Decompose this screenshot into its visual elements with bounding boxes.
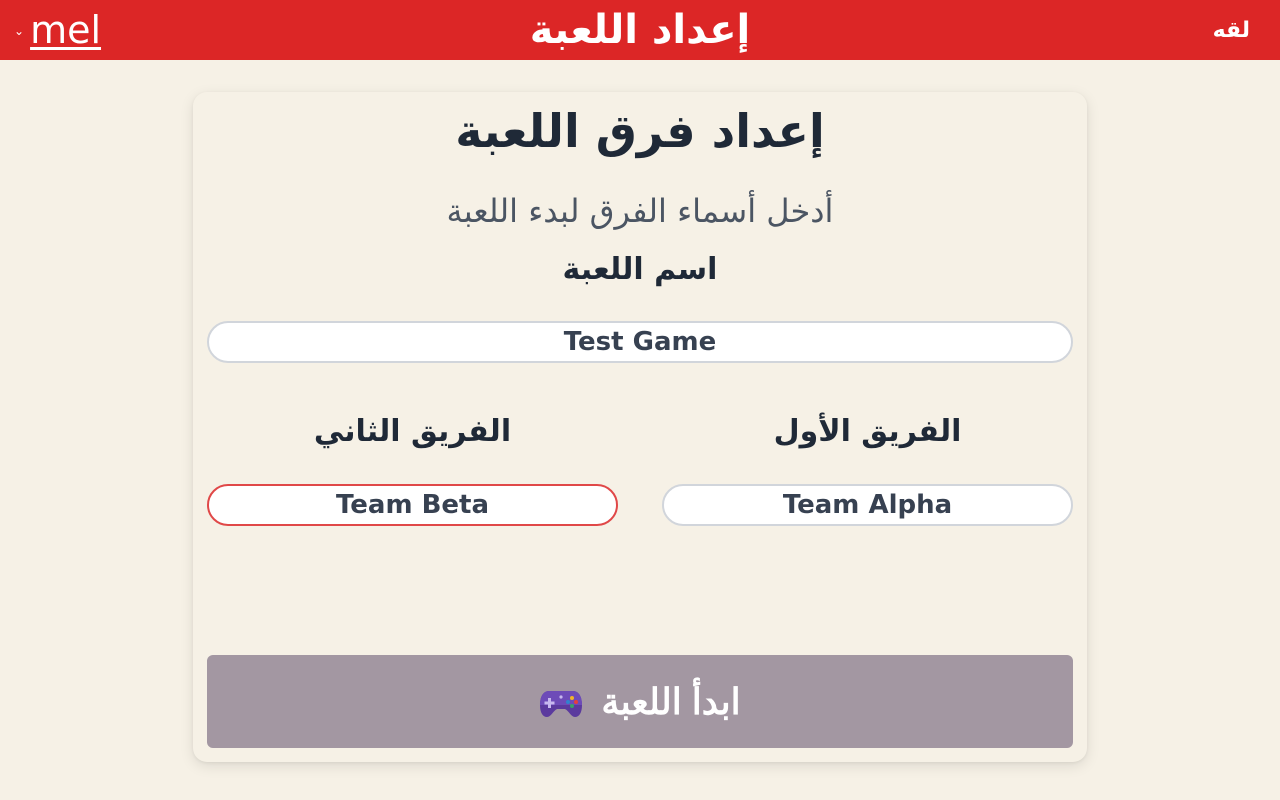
team1-label: الفريق الأول <box>773 414 962 449</box>
top-bar: ⌄ mel إعداد اللعبة لقه <box>0 0 1280 60</box>
start-game-button-label: ابدأ اللعبة <box>601 680 741 722</box>
app-logo[interactable]: لقه <box>1213 14 1250 46</box>
card-subtitle: أدخل أسماء الفرق لبدء اللعبة <box>446 192 834 230</box>
team2-label: الفريق الثاني <box>313 414 512 449</box>
start-game-button[interactable]: ابدأ اللعبة <box>207 655 1073 748</box>
team-setup-card: إعداد فرق اللعبة أدخل أسماء الفرق لبدء ا… <box>193 92 1087 762</box>
gamepad-icon <box>540 690 583 717</box>
card-title: إعداد فرق اللعبة <box>455 104 825 158</box>
game-name-input[interactable] <box>207 321 1073 363</box>
page-title: إعداد اللعبة <box>529 7 751 53</box>
game-name-label: اسم اللعبة <box>562 252 718 287</box>
team2-input[interactable] <box>207 484 618 526</box>
team1-input[interactable] <box>662 484 1073 526</box>
